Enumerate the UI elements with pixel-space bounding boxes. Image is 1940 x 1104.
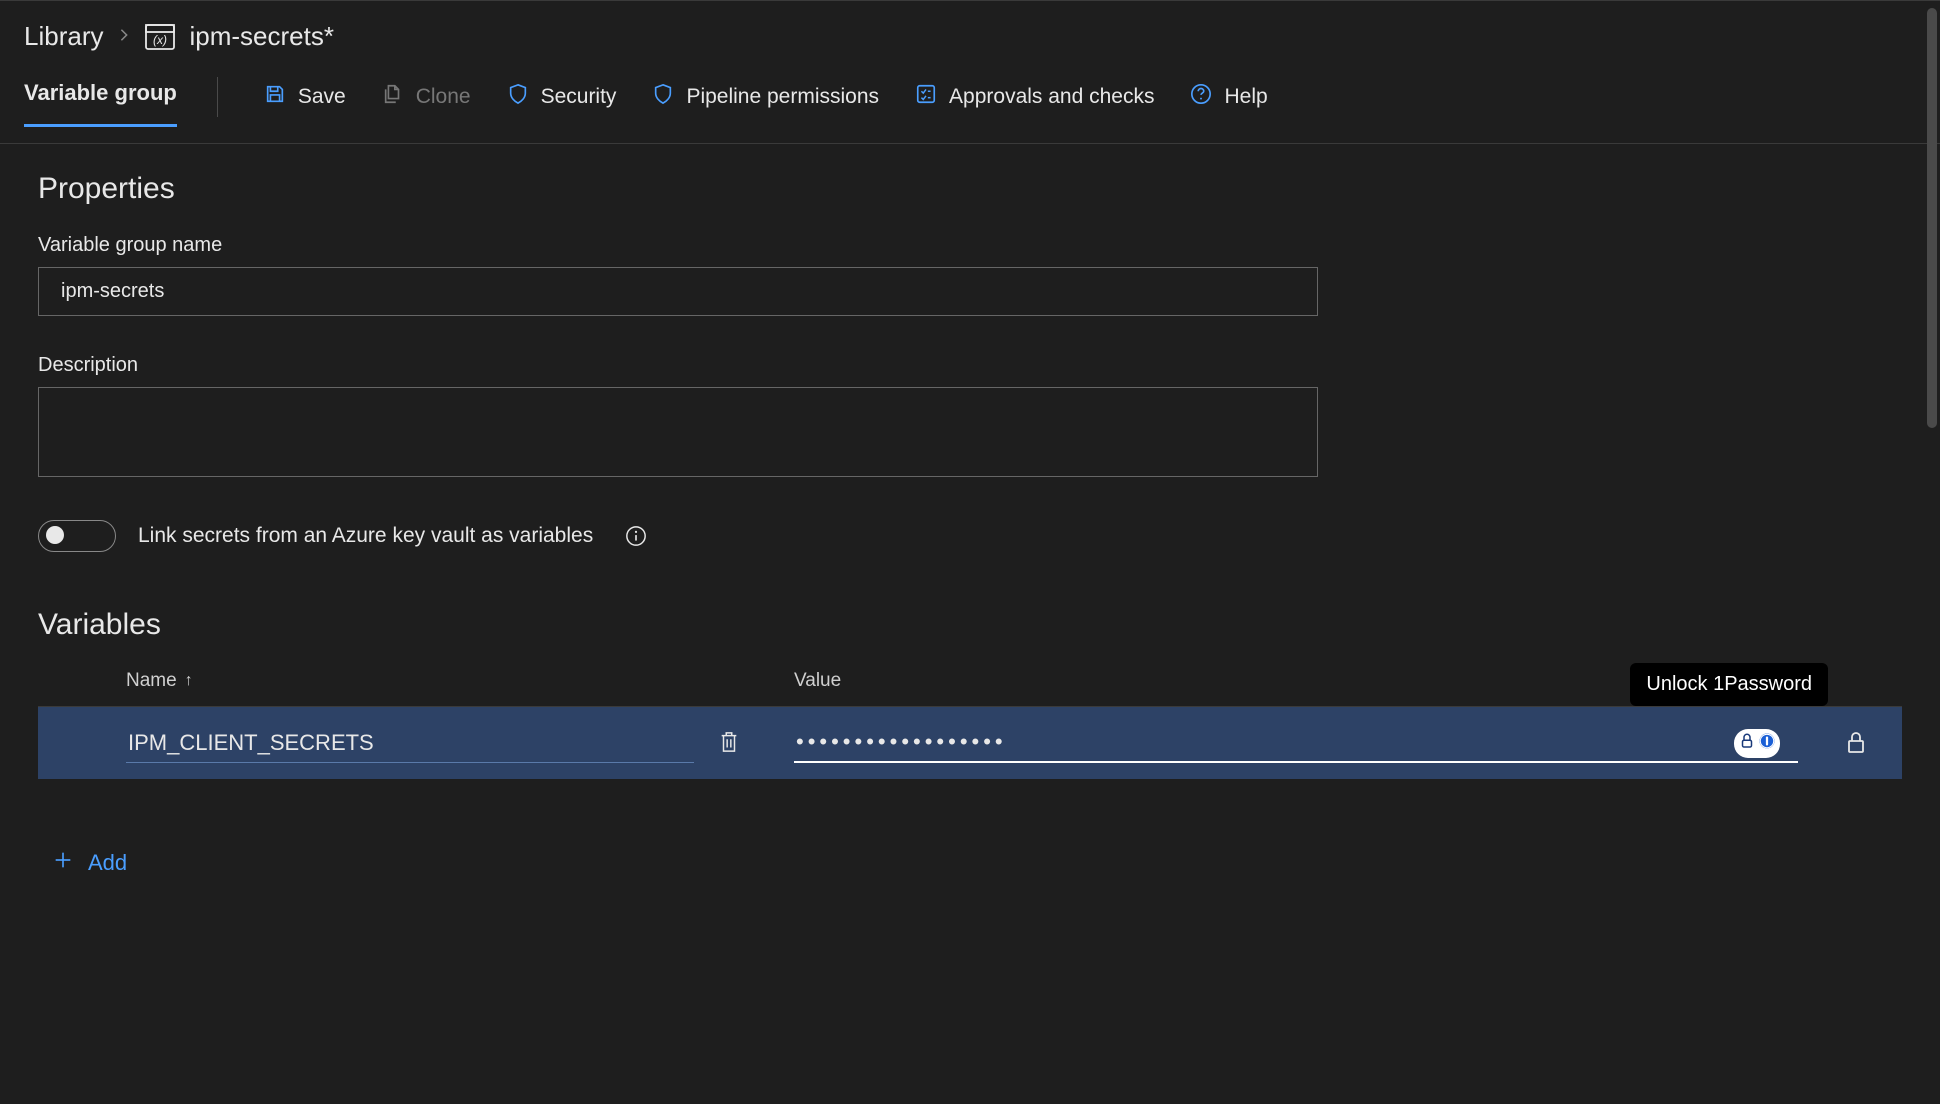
clone-label: Clone [416, 85, 471, 109]
content: Properties Variable group name Descripti… [0, 144, 1940, 911]
row-name-cell [38, 707, 774, 779]
variables-header: Name ↑ Value [38, 670, 1902, 707]
add-button[interactable]: Add [38, 843, 141, 883]
row-lock-cell [1810, 707, 1902, 779]
col-value-label: Value [794, 670, 841, 691]
help-button[interactable]: Help [1172, 77, 1285, 117]
description-label: Description [38, 354, 1902, 377]
toolbar: Variable group Save Clone Security [0, 64, 1940, 144]
lock-button[interactable] [1836, 721, 1876, 766]
variables-table: Name ↑ Value [38, 670, 1902, 779]
breadcrumb-root[interactable]: Library [24, 21, 103, 52]
pipeline-permissions-label: Pipeline permissions [686, 85, 879, 109]
save-button[interactable]: Save [246, 77, 364, 117]
shield-icon [507, 83, 529, 111]
clone-button: Clone [364, 77, 489, 117]
onepassword-icon [1758, 732, 1776, 755]
link-secrets-label: Link secrets from an Azure key vault as … [138, 524, 593, 548]
breadcrumb-current-label: ipm-secrets* [189, 21, 333, 52]
name-label: Variable group name [38, 234, 1902, 257]
toolbar-divider [217, 77, 218, 117]
sort-up-icon: ↑ [185, 672, 193, 690]
trash-icon [718, 742, 740, 757]
tab-variable-group[interactable]: Variable group [24, 80, 177, 127]
svg-text:(x): (x) [153, 33, 167, 47]
add-label: Add [88, 850, 127, 876]
clone-icon [382, 83, 404, 111]
row-value-cell: Unlock 1Password [774, 707, 1810, 779]
approvals-button[interactable]: Approvals and checks [897, 77, 1172, 117]
save-label: Save [298, 85, 346, 109]
chevron-right-icon [117, 25, 131, 48]
variables-heading: Variables [38, 608, 1902, 642]
breadcrumb: Library (x) ipm-secrets* [0, 0, 1940, 64]
help-icon [1190, 83, 1212, 111]
col-name-label: Name [126, 670, 177, 692]
shield-icon [652, 83, 674, 111]
link-secrets-row: Link secrets from an Azure key vault as … [38, 520, 1902, 552]
info-icon[interactable] [625, 525, 647, 547]
variable-value-input[interactable] [794, 723, 1798, 763]
delete-button[interactable] [712, 724, 746, 763]
approvals-label: Approvals and checks [949, 85, 1154, 109]
properties-heading: Properties [38, 172, 1902, 206]
name-input[interactable] [38, 267, 1318, 316]
onepassword-tooltip: Unlock 1Password [1630, 663, 1828, 706]
save-icon [264, 83, 286, 111]
table-row: Unlock 1Password [38, 707, 1902, 779]
description-input[interactable] [38, 387, 1318, 477]
onepassword-badge[interactable] [1734, 729, 1780, 758]
toggle-knob [46, 526, 64, 544]
variable-group-icon: (x) [145, 24, 175, 50]
pipeline-permissions-button[interactable]: Pipeline permissions [634, 77, 897, 117]
security-label: Security [541, 85, 617, 109]
breadcrumb-current: (x) ipm-secrets* [145, 21, 333, 52]
help-label: Help [1224, 85, 1267, 109]
link-secrets-toggle[interactable] [38, 520, 116, 552]
scrollbar[interactable] [1927, 8, 1937, 428]
lock-icon [1844, 743, 1868, 758]
col-name-header[interactable]: Name ↑ [38, 670, 774, 692]
variable-name-input[interactable] [126, 724, 694, 763]
lock-icon [1738, 732, 1756, 755]
checklist-icon [915, 83, 937, 111]
plus-icon [52, 849, 74, 877]
security-button[interactable]: Security [489, 77, 635, 117]
